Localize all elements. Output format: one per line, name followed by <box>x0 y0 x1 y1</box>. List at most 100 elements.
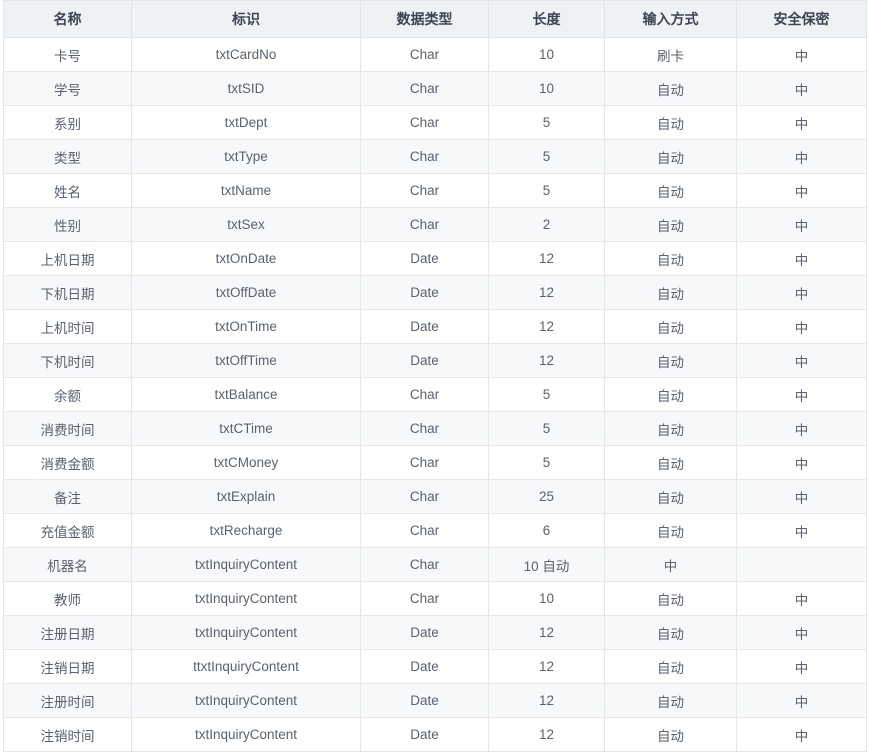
cell-ident: txtInquiryContent <box>131 581 361 616</box>
cell-ident: txtExplain <box>131 479 361 514</box>
cell-type: Char <box>360 139 489 174</box>
cell-input: 自动 <box>604 411 737 446</box>
table-row[interactable]: 学号 txtSID Char 10 自动中 <box>3 71 867 106</box>
cell-input: 自动 <box>604 139 737 174</box>
cell-sec: 中 <box>736 683 867 718</box>
cell-sec: 中 <box>736 241 867 276</box>
cell-sec: 中 <box>736 581 867 616</box>
cell-input: 自动 <box>604 173 737 208</box>
cell-sec: 中 <box>736 649 867 684</box>
cell-sec: 中 <box>736 513 867 548</box>
cell-sec <box>736 547 867 582</box>
cell-type: Date <box>360 717 489 752</box>
cell-len: 6 <box>488 513 605 548</box>
column-header-type[interactable]: 数据类型 <box>360 0 489 38</box>
cell-type: Date <box>360 649 489 684</box>
table-row[interactable]: 卡号 txtCardNo Char 10 刷卡中 <box>3 37 867 72</box>
cell-name: 姓名 <box>3 173 132 208</box>
table-row[interactable]: 余额 txtBalance Char 5 自动中 <box>3 377 867 412</box>
cell-input: 自动 <box>604 309 737 344</box>
cell-len: 5 <box>488 139 605 174</box>
cell-ident: txtSID <box>131 71 361 106</box>
cell-type: Char <box>360 445 489 480</box>
cell-name: 下机日期 <box>3 275 132 310</box>
cell-input: 自动 <box>604 377 737 412</box>
cell-type: Date <box>360 343 489 378</box>
cell-ident: txtOffTime <box>131 343 361 378</box>
table-row[interactable]: 上机时间 txtOnTime Date 12 自动中 <box>3 309 867 344</box>
table-row[interactable]: 下机日期 txtOffDate Date 12 自动中 <box>3 275 867 310</box>
cell-ident: txtCTime <box>131 411 361 446</box>
cell-input: 自动 <box>604 343 737 378</box>
cell-sec: 中 <box>736 445 867 480</box>
column-header-len[interactable]: 长度 <box>488 0 605 38</box>
cell-type: Char <box>360 547 489 582</box>
cell-len: 10 <box>488 37 605 72</box>
cell-sec: 中 <box>736 105 867 140</box>
cell-name: 充值金额 <box>3 513 132 548</box>
cell-type: Date <box>360 241 489 276</box>
column-header-name[interactable]: 名称 <box>3 0 132 38</box>
cell-type: Date <box>360 683 489 718</box>
cell-input: 自动 <box>604 649 737 684</box>
cell-type: Char <box>360 71 489 106</box>
table-row[interactable]: 消费金额 txtCMoney Char 5 自动中 <box>3 445 867 480</box>
cell-name: 注册日期 <box>3 615 132 650</box>
cell-input: 自动 <box>604 207 737 242</box>
cell-sec: 中 <box>736 71 867 106</box>
table-row[interactable]: 注销时间 txtInquiryContent Date 12 自动中 <box>3 717 867 752</box>
table-row[interactable]: 注册时间 txtInquiryContent Date 12 自动中 <box>3 683 867 718</box>
cell-type: Date <box>360 275 489 310</box>
cell-len: 10 <box>488 581 605 616</box>
cell-type: Char <box>360 105 489 140</box>
table-body: 卡号 txtCardNo Char 10 刷卡中学号 txtSID Char 10 自动中系别 t… <box>3 37 867 752</box>
table-row[interactable]: 消费时间 txtCTime Char 5 自动中 <box>3 411 867 446</box>
table-row[interactable]: 下机时间 txtOffTime Date 12 自动中 <box>3 343 867 378</box>
cell-len: 2 <box>488 207 605 242</box>
table-row[interactable]: 系别 txtDept Char 5 自动中 <box>3 105 867 140</box>
cell-ident: txtInquiryContent <box>131 717 361 752</box>
cell-ident: txtName <box>131 173 361 208</box>
cell-len: 12 <box>488 241 605 276</box>
table-row[interactable]: 机器名 txtInquiryContent Char 10 自动中 <box>3 547 867 582</box>
table-row[interactable]: 上机日期 txtOnDate Date 12 自动中 <box>3 241 867 276</box>
column-header-sec[interactable]: 安全保密 <box>736 0 867 38</box>
cell-type: Char <box>360 479 489 514</box>
cell-len: 12 <box>488 717 605 752</box>
column-header-ident[interactable]: 标识 <box>131 0 361 38</box>
cell-sec: 中 <box>736 717 867 752</box>
cell-sec: 中 <box>736 615 867 650</box>
cell-name: 消费金额 <box>3 445 132 480</box>
table-row[interactable]: 性别 txtSex Char 2 自动中 <box>3 207 867 242</box>
cell-type: Char <box>360 377 489 412</box>
cell-ident: txtInquiryContent <box>131 547 361 582</box>
table-row[interactable]: 教师 txtInquiryContent Char 10 自动中 <box>3 581 867 616</box>
cell-input: 自动 <box>604 241 737 276</box>
cell-ident: txtCardNo <box>131 37 361 72</box>
cell-input: 自动 <box>604 717 737 752</box>
cell-type: Char <box>360 411 489 446</box>
table-row[interactable]: 备注 txtExplain Char 25 自动中 <box>3 479 867 514</box>
table-row[interactable]: 充值金额 txtRecharge Char 6 自动中 <box>3 513 867 548</box>
column-header-input[interactable]: 输入方式 <box>604 0 737 38</box>
cell-sec: 中 <box>736 37 867 72</box>
cell-ident: txtDept <box>131 105 361 140</box>
cell-sec: 中 <box>736 479 867 514</box>
cell-len: 12 <box>488 615 605 650</box>
cell-ident: txtInquiryContent <box>131 683 361 718</box>
cell-name: 系别 <box>3 105 132 140</box>
cell-sec: 中 <box>736 309 867 344</box>
table-row[interactable]: 类型 txtType Char 5 自动中 <box>3 139 867 174</box>
cell-name: 上机日期 <box>3 241 132 276</box>
cell-sec: 中 <box>736 173 867 208</box>
cell-sec: 中 <box>736 275 867 310</box>
cell-name: 注册时间 <box>3 683 132 718</box>
cell-type: Char <box>360 513 489 548</box>
cell-type: Date <box>360 615 489 650</box>
table-row[interactable]: 注销日期 ttxtInquiryContent Date 12 自动中 <box>3 649 867 684</box>
table-row[interactable]: 姓名 txtName Char 5 自动中 <box>3 173 867 208</box>
cell-name: 注销时间 <box>3 717 132 752</box>
table-row[interactable]: 注册日期 txtInquiryContent Date 12 自动中 <box>3 615 867 650</box>
data-item-table: 名称 标识 数据类型 长度 输入方式 安全保密 卡号 txtCardNo Char 10 刷卡中学… <box>3 0 867 752</box>
cell-len: 10 自动 <box>488 547 605 582</box>
